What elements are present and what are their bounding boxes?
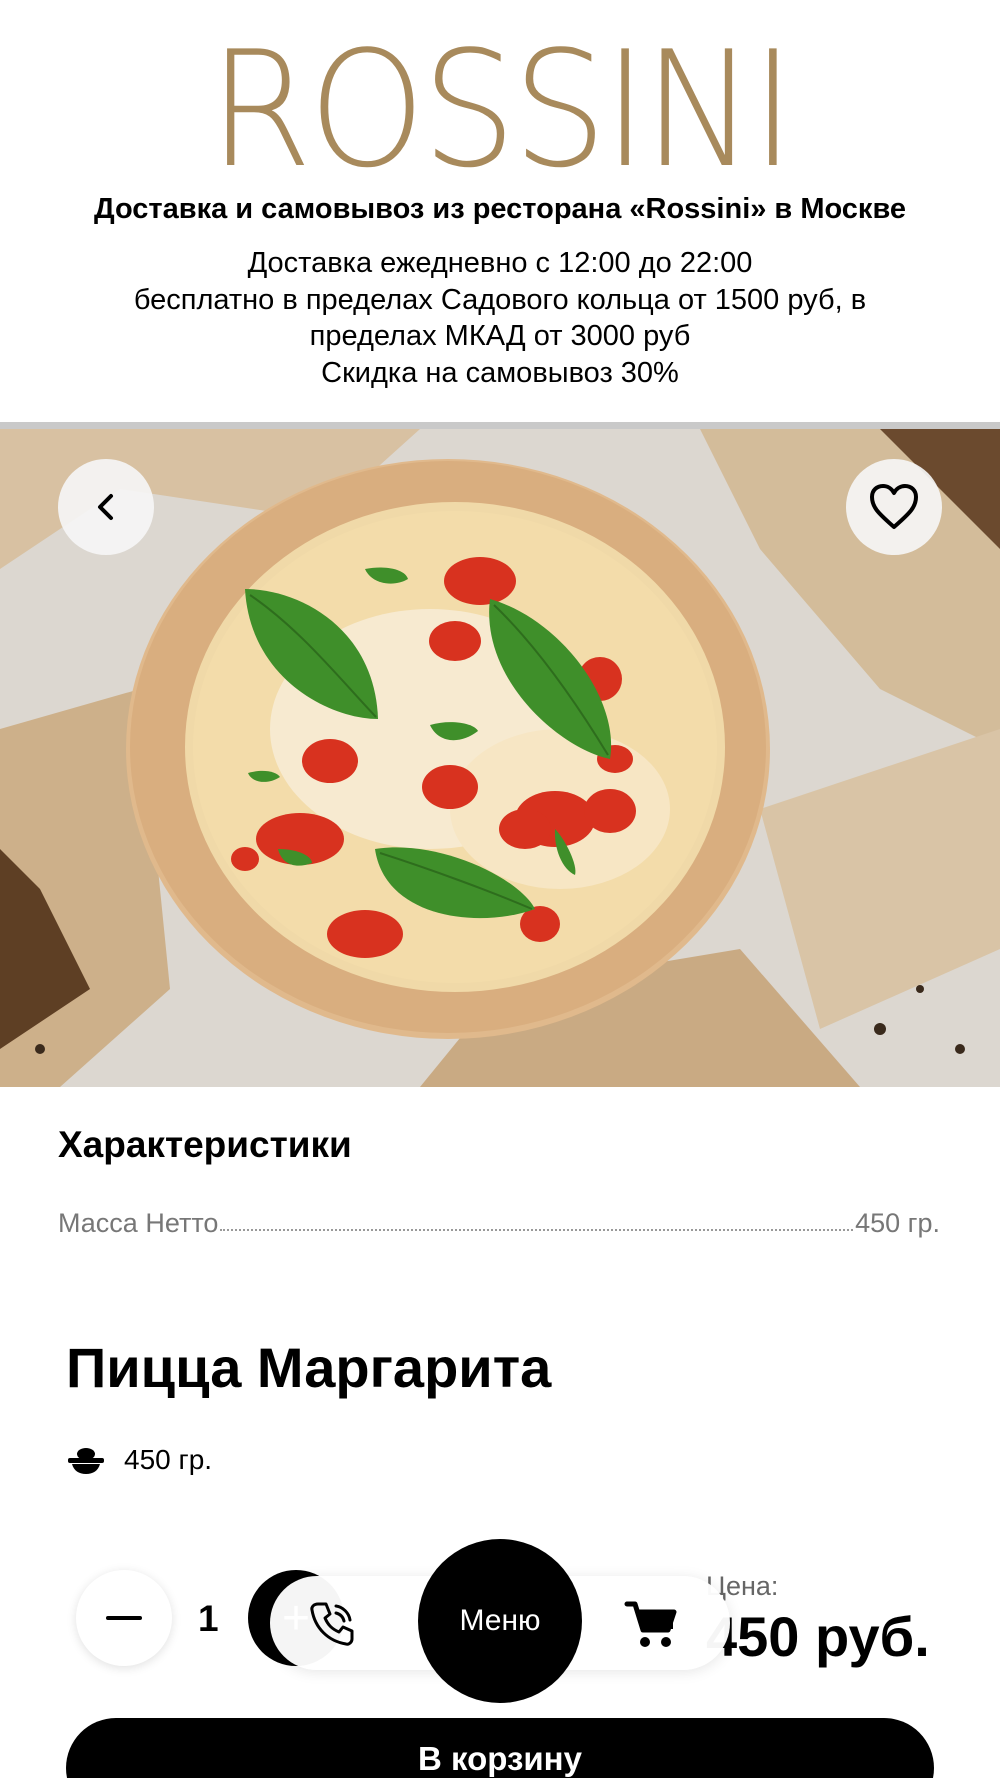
decrease-quantity-button[interactable] xyxy=(76,1570,172,1666)
delivery-subtitle: Доставка и самовывоз из ресторана «Rossi… xyxy=(93,193,907,225)
price-value: 450 руб. xyxy=(706,1605,930,1668)
product-weight-value: 450 гр. xyxy=(124,1444,213,1475)
favorite-button[interactable] xyxy=(846,459,942,555)
dish-icon xyxy=(68,1448,104,1474)
phone-icon[interactable] xyxy=(306,1598,358,1650)
characteristic-value: 450 гр. xyxy=(855,1208,940,1238)
product-name: Пицца Маргарита xyxy=(66,1336,552,1399)
delivery-info-line: Доставка ежедневно с 12:00 до 22:00 xyxy=(247,247,753,279)
delivery-info: Доставка ежедневно с 12:00 до 22:00 бесп… xyxy=(60,245,940,391)
menu-button[interactable]: Меню xyxy=(418,1539,582,1703)
characteristic-row: Масса Нетто 450 гр. xyxy=(58,1208,940,1239)
dotted-leader xyxy=(220,1229,854,1231)
quantity-value: 1 xyxy=(198,1598,219,1639)
heart-icon xyxy=(870,484,918,529)
cart-icon[interactable] xyxy=(624,1598,678,1650)
add-to-cart-button[interactable]: В корзину xyxy=(66,1718,934,1778)
characteristics-title: Характеристики xyxy=(58,1124,352,1165)
product-weight: 450 гр. xyxy=(66,1444,212,1476)
chevron-left-icon xyxy=(98,494,113,520)
logo: ROSSINI xyxy=(208,16,795,203)
delivery-info-line: пределах МКАД от 3000 руб xyxy=(309,320,691,352)
back-button[interactable] xyxy=(58,459,154,555)
minus-icon xyxy=(106,1616,142,1620)
characteristic-label: Масса Нетто xyxy=(58,1208,219,1238)
delivery-info-line: Скидка на самовывоз 30% xyxy=(321,356,679,389)
header: ROSSINI Доставка и самовывоз из ресторан… xyxy=(0,0,1000,425)
delivery-info-line: бесплатно в пределах Садового кольца от … xyxy=(133,283,867,316)
divider xyxy=(0,422,1000,429)
